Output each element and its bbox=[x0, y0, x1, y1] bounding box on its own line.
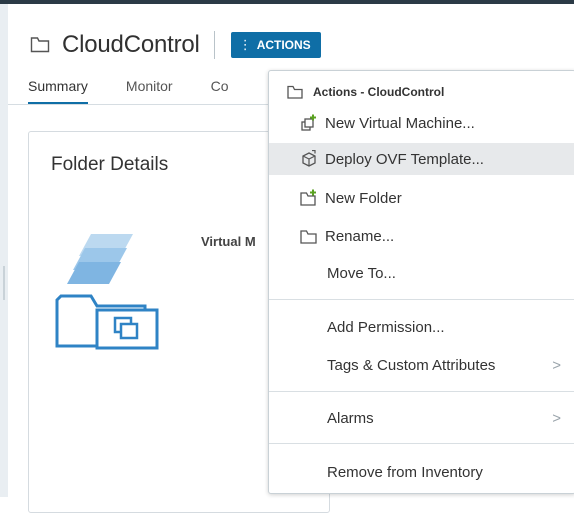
deploy-ovf-icon bbox=[299, 150, 319, 168]
chevron-right-icon: > bbox=[552, 356, 561, 374]
folder-illustration-icon bbox=[51, 220, 161, 355]
menu-item-label: Deploy OVF Template... bbox=[325, 150, 484, 168]
kebab-icon: ⋮ bbox=[238, 37, 252, 52]
menu-divider bbox=[269, 391, 574, 392]
folder-icon bbox=[299, 227, 319, 245]
tab-summary[interactable]: Summary bbox=[28, 78, 88, 105]
menu-item-label: Remove from Inventory bbox=[327, 463, 483, 481]
menu-divider bbox=[269, 443, 574, 444]
object-header: CloudControl ⋮ ACTIONS bbox=[30, 28, 321, 62]
splitter-grip[interactable] bbox=[3, 266, 5, 300]
menu-header: Actions - CloudControl bbox=[287, 85, 444, 99]
chevron-right-icon: > bbox=[552, 409, 561, 427]
card-title: Folder Details bbox=[51, 154, 169, 175]
top-border bbox=[0, 0, 574, 4]
tab-configure[interactable]: Co bbox=[211, 78, 229, 105]
actions-label: ACTIONS bbox=[256, 38, 311, 52]
header-divider bbox=[213, 31, 215, 59]
menu-item-remove-from-inventory[interactable]: Remove from Inventory bbox=[269, 456, 574, 488]
menu-item-label: Add Permission... bbox=[327, 318, 445, 336]
menu-item-label: Move To... bbox=[327, 264, 396, 282]
menu-item-label: New Folder bbox=[325, 189, 402, 207]
actions-dropdown-menu: Actions - CloudControl New Virtual Machi… bbox=[268, 70, 574, 494]
new-vm-icon bbox=[299, 114, 319, 132]
menu-item-label: New Virtual Machine... bbox=[325, 114, 475, 132]
menu-item-label: Tags & Custom Attributes bbox=[327, 356, 496, 374]
new-folder-icon bbox=[299, 189, 319, 207]
menu-item-deploy-ovf-template[interactable]: Deploy OVF Template... bbox=[269, 143, 574, 175]
menu-item-rename[interactable]: Rename... bbox=[269, 220, 574, 252]
virtual-machines-label: Virtual M bbox=[201, 234, 256, 249]
menu-item-move-to[interactable]: Move To... bbox=[269, 257, 574, 289]
folder-icon bbox=[30, 36, 52, 54]
menu-item-tags-custom-attributes[interactable]: Tags & Custom Attributes > bbox=[269, 349, 574, 381]
menu-item-label: Rename... bbox=[325, 227, 395, 245]
tab-monitor[interactable]: Monitor bbox=[126, 78, 173, 105]
menu-item-add-permission[interactable]: Add Permission... bbox=[269, 311, 574, 343]
menu-item-alarms[interactable]: Alarms > bbox=[269, 402, 574, 434]
tab-bar: Summary Monitor Co bbox=[28, 78, 267, 105]
page-title: CloudControl bbox=[62, 31, 200, 58]
menu-divider bbox=[269, 299, 574, 300]
menu-item-label: Alarms bbox=[327, 409, 374, 427]
menu-item-new-folder[interactable]: New Folder bbox=[269, 182, 574, 214]
actions-button[interactable]: ⋮ ACTIONS bbox=[230, 32, 321, 58]
menu-header-label: Actions - CloudControl bbox=[313, 85, 445, 99]
left-panel-splitter[interactable] bbox=[0, 4, 8, 497]
folder-icon bbox=[287, 85, 303, 99]
menu-item-new-virtual-machine[interactable]: New Virtual Machine... bbox=[269, 107, 574, 139]
